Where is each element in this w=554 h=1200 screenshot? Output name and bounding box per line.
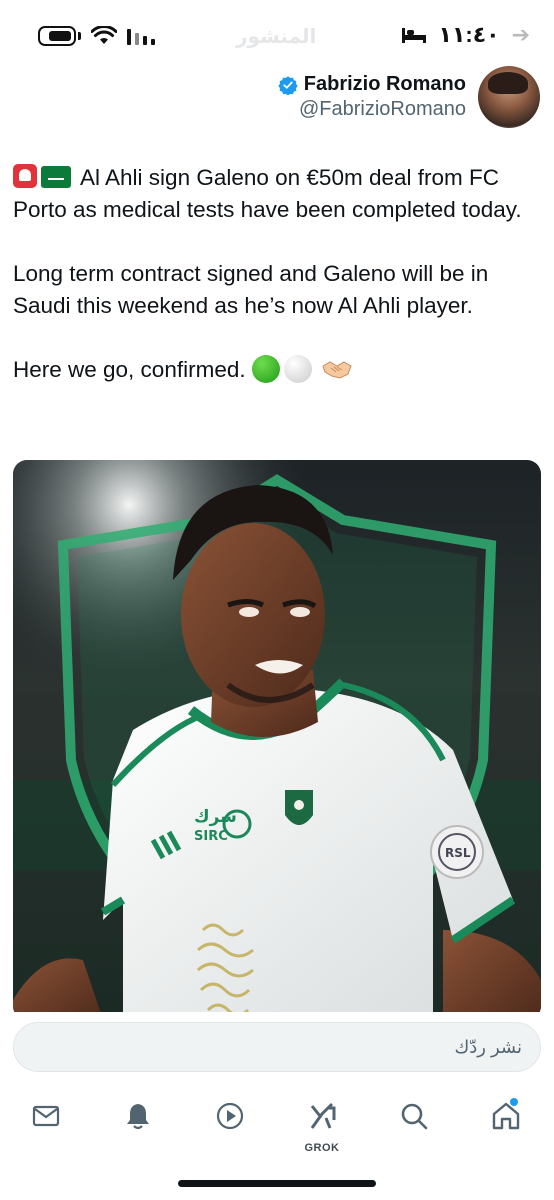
- reply-placeholder: نشر ردّك: [454, 1037, 522, 1057]
- rsl-badge-text: RSL: [445, 846, 471, 860]
- author-name-row: Fabrizio Romano: [278, 73, 466, 96]
- forward-arrow-icon[interactable]: ➔: [512, 22, 530, 48]
- handshake-icon: [322, 361, 352, 379]
- tweet-paragraph-1: Al Ahli sign Galeno on €50m deal from FC…: [13, 162, 543, 226]
- verified-badge-icon: [278, 75, 298, 95]
- media-divider: [0, 1012, 554, 1022]
- status-right: ١١:٤٠ ➔: [401, 22, 530, 48]
- wifi-icon: [91, 26, 117, 44]
- messages-icon: [32, 1105, 60, 1127]
- sponsor-sirc-text: SIRC: [194, 829, 228, 844]
- new-content-dot: [510, 1098, 518, 1106]
- avatar[interactable]: [478, 66, 540, 128]
- home-icon: [492, 1102, 520, 1130]
- tweet-paragraph-2: Long term contract signed and Galeno wil…: [13, 258, 543, 322]
- reply-input[interactable]: نشر ردّك: [13, 1022, 541, 1072]
- player-illustration: سرك SIRC RSL: [13, 460, 541, 1020]
- nav-home[interactable]: [486, 1096, 526, 1136]
- status-left: [38, 26, 157, 46]
- battery-icon: [38, 26, 76, 46]
- grok-icon: [310, 1102, 336, 1129]
- battery-tip: [78, 32, 81, 40]
- nav-messages[interactable]: [26, 1096, 66, 1136]
- home-indicator: [178, 1180, 376, 1187]
- tweet-text: Al Ahli sign Galeno on €50m deal from FC…: [13, 162, 543, 418]
- rsl-badge-icon: RSL: [430, 825, 484, 879]
- signal-icon: [127, 29, 155, 45]
- video-icon: [216, 1102, 244, 1130]
- tweet-media-image[interactable]: سرك SIRC RSL: [13, 460, 541, 1020]
- page-header-title: المنشور: [236, 26, 317, 48]
- green-circle-icon: [251, 355, 280, 383]
- nav-search[interactable]: [394, 1096, 434, 1136]
- tweet-para-1-text: Al Ahli sign Galeno on €50m deal from FC…: [13, 165, 522, 222]
- nav-grok[interactable]: GROK: [302, 1096, 342, 1154]
- white-circle-icon: [283, 355, 312, 383]
- tweet-paragraph-3: Here we go, confirmed.: [13, 354, 543, 386]
- sponsor-arabic-text: سرك: [194, 807, 237, 827]
- clock: ١١:٤٠: [438, 22, 500, 47]
- nav-notifications[interactable]: [118, 1096, 158, 1136]
- status-bar: المنشور ١١:٤٠ ➔: [0, 0, 554, 70]
- search-icon: [401, 1103, 428, 1130]
- notifications-icon: [127, 1104, 149, 1130]
- sleep-bed-icon: [401, 28, 426, 43]
- grok-label: GROK: [304, 1142, 340, 1154]
- author-handle[interactable]: @FabrizioRomano: [278, 98, 466, 121]
- siren-icon: [13, 164, 37, 188]
- nav-video[interactable]: [210, 1096, 250, 1136]
- saudi-flag-icon: [41, 166, 71, 188]
- author-text: Fabrizio Romano @FabrizioRomano: [278, 73, 466, 121]
- tweet-para-3-text: Here we go, confirmed.: [13, 357, 246, 382]
- author-block[interactable]: Fabrizio Romano @FabrizioRomano: [278, 66, 540, 128]
- tweet-para-2-text: Long term contract signed and Galeno wil…: [13, 261, 489, 318]
- bottom-nav: GROK: [0, 1082, 554, 1154]
- author-name[interactable]: Fabrizio Romano: [304, 73, 466, 96]
